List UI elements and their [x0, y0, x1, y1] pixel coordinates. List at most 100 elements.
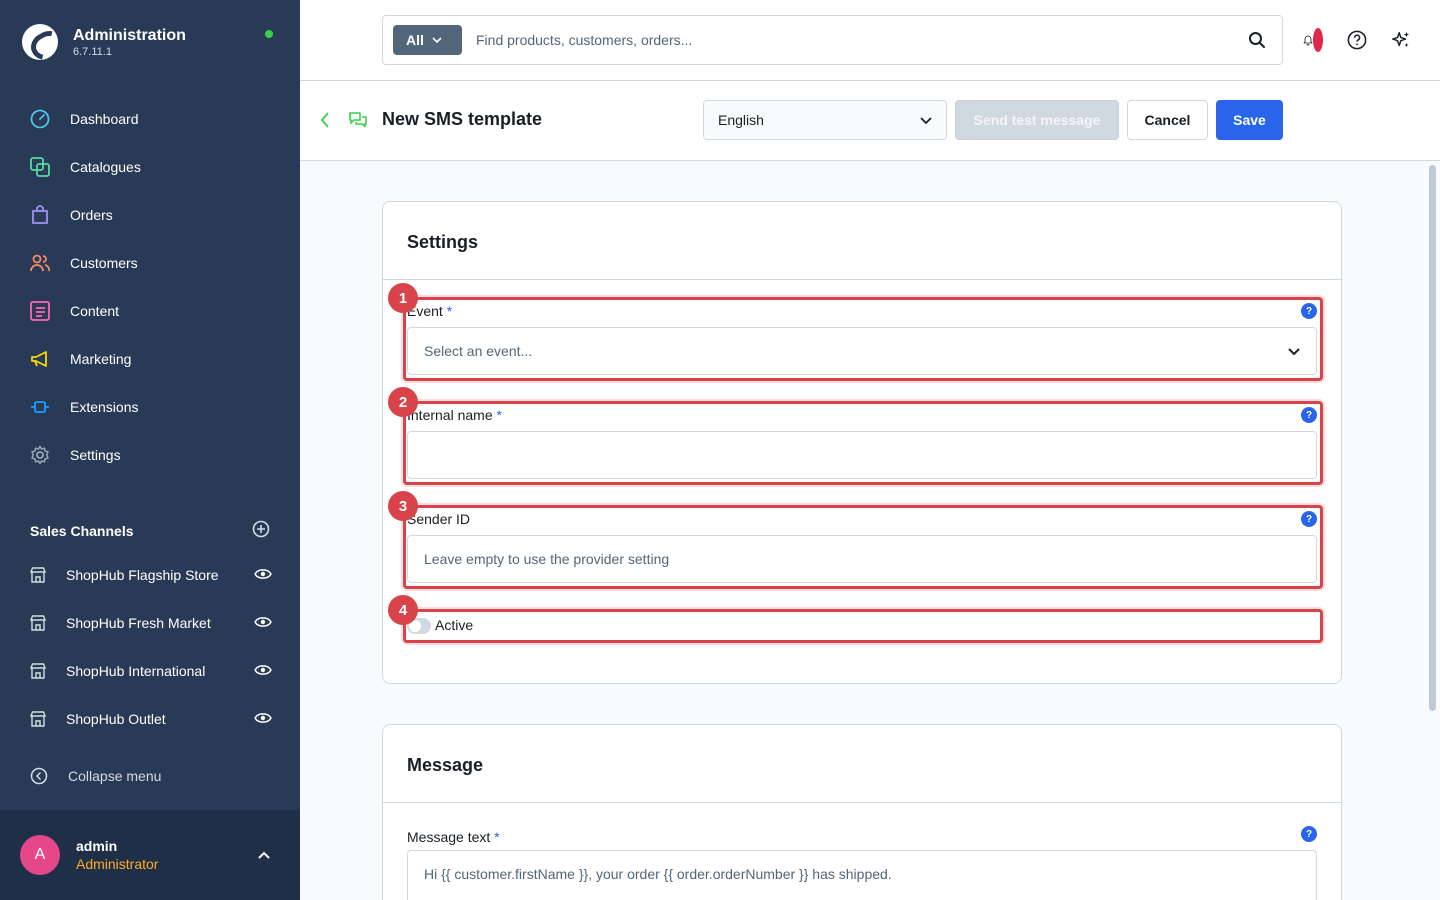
save-button[interactable]: Save	[1216, 100, 1283, 140]
eye-icon[interactable]	[254, 711, 272, 727]
ai-sparkle-icon[interactable]	[1391, 28, 1411, 52]
divider	[383, 802, 1341, 803]
settings-card: Settings Event * ? Select an event... In…	[382, 201, 1342, 684]
help-icon[interactable]: ?	[1301, 407, 1317, 423]
notification-indicator	[1313, 28, 1323, 52]
active-label: Active	[435, 617, 474, 633]
chevron-down-icon	[920, 112, 932, 128]
chevron-down-icon	[432, 37, 442, 43]
marketing-icon	[30, 349, 50, 369]
internal-name-field[interactable]	[407, 431, 1317, 479]
eye-icon[interactable]	[254, 567, 272, 583]
user-menu[interactable]: A admin Administrator	[0, 810, 300, 900]
sidebar-item-label: Dashboard	[70, 111, 139, 127]
message-text-label: Message text *	[407, 829, 500, 845]
message-text-label-text: Message text	[407, 829, 491, 845]
online-status-dot	[265, 30, 273, 38]
customers-icon	[30, 253, 50, 273]
collapse-menu-label: Collapse menu	[68, 768, 162, 784]
message-card-title: Message	[407, 755, 484, 775]
event-select[interactable]: Select an event...	[407, 327, 1317, 375]
sidebar-item-extensions[interactable]: Extensions	[0, 383, 300, 431]
sender-id-placeholder: Leave empty to use the provider setting	[424, 551, 670, 567]
main-content: Settings Event * ? Select an event... In…	[300, 161, 1426, 900]
chevron-up-icon[interactable]	[258, 851, 270, 859]
search-icon[interactable]	[1248, 31, 1266, 49]
help-circle-icon[interactable]	[1347, 28, 1367, 52]
content-icon	[30, 301, 50, 321]
sales-channel-label: ShopHub Outlet	[66, 711, 166, 727]
sidebar-item-label: Content	[70, 303, 120, 319]
extensions-icon	[30, 397, 50, 417]
step-marker: 3	[388, 491, 418, 521]
sales-channel-item[interactable]: ShopHub Fresh Market	[0, 599, 300, 647]
search-input[interactable]	[476, 28, 1216, 52]
collapse-menu-button[interactable]: Collapse menu	[30, 767, 161, 785]
settings-card-title: Settings	[407, 232, 479, 252]
help-icon[interactable]: ?	[1301, 511, 1317, 527]
avatar: A	[20, 835, 60, 875]
eye-icon[interactable]	[254, 663, 272, 679]
smart-bar: New SMS template English Send test messa…	[300, 81, 1440, 161]
step-marker: 4	[388, 595, 418, 625]
user-name: admin	[76, 838, 118, 854]
scrollbar-thumb[interactable]	[1429, 165, 1436, 711]
notifications-bell-icon[interactable]	[1303, 28, 1323, 52]
storefront-icon	[30, 567, 46, 583]
step-marker: 1	[388, 283, 418, 313]
sales-channel-label: ShopHub Flagship Store	[66, 567, 219, 583]
eye-icon[interactable]	[254, 615, 272, 631]
sidebar: Administration 6.7.11.1 Dashboard Catalo…	[0, 0, 300, 900]
help-icon[interactable]: ?	[1301, 303, 1317, 319]
sales-channel-list: ShopHub Flagship Store ShopHub Fresh Mar…	[0, 551, 300, 743]
language-select[interactable]: English	[703, 100, 947, 140]
sidebar-item-content[interactable]: Content	[0, 287, 300, 335]
sales-channels-title: Sales Channels	[30, 522, 134, 539]
search-type-dropdown[interactable]: All	[393, 25, 462, 55]
add-sales-channel-icon[interactable]	[252, 520, 270, 541]
dashboard-icon	[30, 109, 50, 129]
page-title: New SMS template	[382, 109, 543, 129]
sidebar-item-label: Orders	[70, 207, 113, 223]
sales-channel-item[interactable]: ShopHub Flagship Store	[0, 551, 300, 599]
storefront-icon	[30, 663, 46, 679]
catalogues-icon	[30, 157, 50, 177]
required-asterisk: *	[496, 407, 502, 423]
required-asterisk: *	[446, 303, 453, 319]
sidebar-item-label: Extensions	[70, 399, 139, 415]
back-arrow-icon[interactable]	[320, 111, 330, 129]
sales-channel-item[interactable]: ShopHub Outlet	[0, 695, 300, 743]
sidebar-item-label: Customers	[70, 255, 138, 271]
scrollbar[interactable]	[1426, 161, 1440, 900]
chevron-down-icon	[1288, 343, 1300, 359]
internal-name-label: Internal name *	[407, 407, 502, 423]
send-test-message-button[interactable]: Send test message	[955, 100, 1119, 140]
sidebar-item-settings[interactable]: Settings	[0, 431, 300, 479]
sidebar-item-marketing[interactable]: Marketing	[0, 335, 300, 383]
brand[interactable]: Administration 6.7.11.1	[22, 24, 186, 60]
sidebar-item-catalogues[interactable]: Catalogues	[0, 143, 300, 191]
language-select-value: English	[718, 112, 764, 128]
sidebar-item-dashboard[interactable]: Dashboard	[0, 95, 300, 143]
global-search: All	[382, 15, 1283, 65]
sender-id-field[interactable]: Leave empty to use the provider setting	[407, 535, 1317, 583]
top-bar: All	[300, 0, 1440, 81]
chat-bubbles-icon	[348, 111, 368, 129]
sidebar-item-label: Catalogues	[70, 159, 141, 175]
message-card: Message Message text * ? Hi {{ customer.…	[382, 724, 1342, 900]
message-text-area[interactable]: Hi {{ customer.firstName }}, your order …	[407, 850, 1317, 900]
message-text-placeholder: Hi {{ customer.firstName }}, your order …	[424, 866, 892, 882]
app-version: 6.7.11.1	[73, 46, 112, 58]
sales-channels-header: Sales Channels	[30, 520, 270, 541]
cancel-button[interactable]: Cancel	[1127, 100, 1208, 140]
divider	[383, 279, 1341, 280]
sales-channel-item[interactable]: ShopHub International	[0, 647, 300, 695]
sidebar-item-orders[interactable]: Orders	[0, 191, 300, 239]
help-icon[interactable]: ?	[1301, 826, 1317, 842]
required-asterisk: *	[494, 829, 500, 845]
main-nav: Dashboard Catalogues Orders Customers Co…	[0, 95, 300, 479]
collapse-icon	[30, 767, 48, 785]
sidebar-item-customers[interactable]: Customers	[0, 239, 300, 287]
sidebar-item-label: Settings	[70, 447, 121, 463]
highlight-box	[403, 609, 1323, 643]
